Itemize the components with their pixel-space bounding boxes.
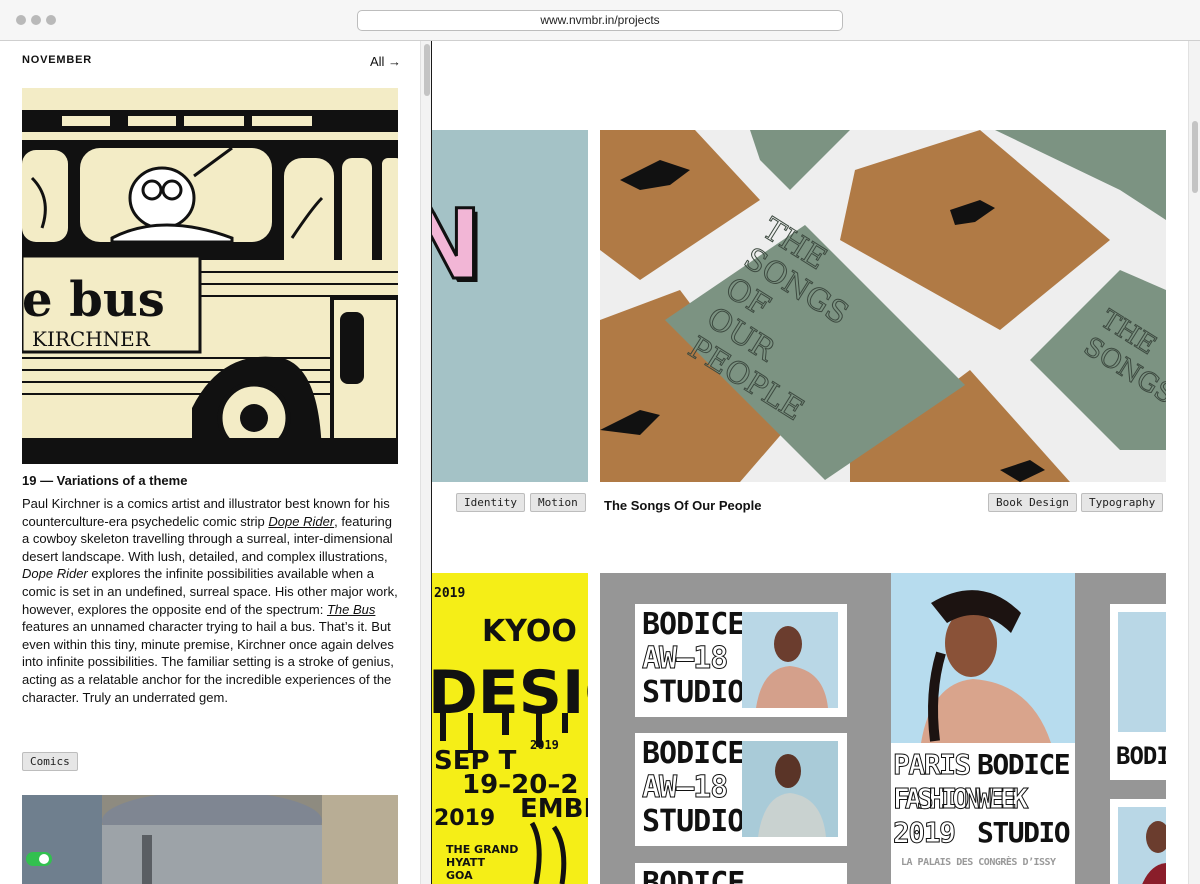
maximize-window-icon[interactable] — [46, 15, 56, 25]
svg-text:HYATT: HYATT — [446, 856, 486, 869]
svg-text:THE GRAND: THE GRAND — [446, 843, 518, 856]
fashionweek-text: FASHIONWEEK — [892, 782, 1028, 815]
typography-tag[interactable]: Typography — [1081, 493, 1164, 512]
bodice-season: AW—18 — [641, 641, 728, 676]
address-bar[interactable]: www.nvmbr.in/projects — [357, 10, 843, 31]
browser-chrome: www.nvmbr.in/projects — [0, 0, 1200, 41]
close-window-icon[interactable] — [16, 15, 26, 25]
projects-grid: N N Identity Motion THE SONGS OF OUR PEO… — [432, 41, 1188, 884]
paris-bodice-text: BODICE — [977, 748, 1071, 781]
bodice-season: AW—18 — [641, 770, 728, 805]
bodice-card-partial-2 — [1110, 799, 1166, 884]
identity-letter-art: N N — [432, 188, 486, 306]
svg-text:2019: 2019 — [434, 806, 495, 831]
bus-illustration: e bus KIRCHNER — [22, 88, 398, 464]
article-body: Paul Kirchner is a comics artist and ill… — [22, 495, 400, 706]
model-photo-partial-2 — [1118, 807, 1166, 884]
songs-project-title[interactable]: The Songs Of Our People — [604, 498, 761, 513]
book-design-tag[interactable]: Book Design — [988, 493, 1077, 512]
right-scrollbar-thumb[interactable] — [1192, 121, 1198, 193]
theme-toggle[interactable] — [26, 852, 52, 866]
bodice-brand: BODICE — [642, 736, 745, 771]
paris-fashionweek-poster: PARIS BODICE FASHIONWEEK 2019 STUDIO LA … — [891, 573, 1075, 884]
project-card-songs[interactable]: THE SONGS OF OUR PEOPLE THE SONGS — [600, 130, 1166, 482]
bodice-studio: STUDIO — [642, 675, 745, 710]
bodice-brand: BODICE — [642, 866, 745, 884]
svg-text:GOA: GOA — [446, 869, 473, 882]
model-photo-1 — [742, 612, 838, 708]
project-card-kyoo[interactable]: 2019 KYOO DESIGN SEP T 19–20–2 EMBE 2019… — [432, 573, 588, 884]
article-title: 19 — Variations of a theme — [22, 473, 188, 488]
article-panel: NOVEMBER All → e bus KIRCHNER 19 — Varia… — [0, 41, 432, 884]
project-card-bodice[interactable]: BODICE AW—18 STUDIO BODICE AW—18 STUDIO … — [600, 573, 1166, 884]
svg-text:EMBE: EMBE — [520, 794, 588, 824]
bodice-card-2: BODICE AW—18 STUDIO — [635, 733, 847, 846]
right-scrollbar[interactable] — [1188, 41, 1200, 884]
paris-venue-text: LA PALAIS DES CONGRÈS D’ISSY — [901, 857, 1056, 868]
model-photo-2 — [742, 741, 838, 837]
all-link[interactable]: All → — [370, 54, 401, 69]
model-photo-paris — [891, 573, 1075, 743]
month-heading: NOVEMBER — [22, 54, 92, 66]
comic-title-text: e bus — [22, 272, 165, 328]
the-bus-link[interactable]: The Bus — [327, 602, 375, 617]
bodice-brand: BODICE — [642, 607, 745, 642]
paris-year-text: 2019 — [892, 816, 956, 849]
paris-studio-text: STUDIO — [977, 816, 1071, 849]
next-article-image — [22, 795, 398, 884]
comics-tag[interactable]: Comics — [22, 752, 78, 771]
comic-image: e bus KIRCHNER — [22, 88, 398, 464]
paris-text: PARIS — [893, 748, 972, 781]
left-scrollbar-thumb[interactable] — [424, 44, 430, 96]
dope-rider-emphasis: Dope Rider — [22, 566, 88, 582]
minimize-window-icon[interactable] — [31, 15, 41, 25]
svg-text:KYOO: KYOO — [482, 614, 577, 649]
dope-rider-link[interactable]: Dope Rider — [268, 514, 334, 529]
article-text: features an unnamed character trying to … — [22, 619, 394, 705]
bodice-studio: STUDIO — [642, 804, 745, 839]
bodice-card-partial-1: BODIC — [1110, 604, 1166, 780]
svg-text:2019: 2019 — [434, 586, 465, 601]
bodice-card-3: BODICE — [635, 863, 847, 884]
bodice-brand-partial: BODIC — [1116, 742, 1166, 770]
model-photo-partial — [1118, 612, 1166, 732]
toggle-knob — [39, 854, 49, 864]
comic-author-text: KIRCHNER — [32, 327, 151, 351]
songs-book-photo: THE SONGS OF OUR PEOPLE THE SONGS — [600, 130, 1166, 482]
kyoo-poster: 2019 KYOO DESIGN SEP T 19–20–2 EMBE 2019… — [432, 573, 588, 884]
bodice-card-1: BODICE AW—18 STUDIO — [635, 604, 847, 717]
svg-text:N: N — [432, 189, 482, 301]
project-card-identity[interactable]: N N — [432, 130, 588, 482]
svg-text:2019: 2019 — [530, 738, 559, 752]
motion-tag[interactable]: Motion — [530, 493, 586, 512]
identity-tag[interactable]: Identity — [456, 493, 525, 512]
